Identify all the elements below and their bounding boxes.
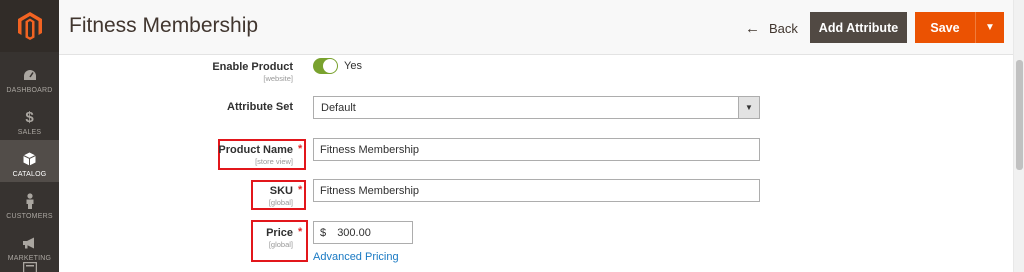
add-attribute-button[interactable]: Add Attribute [810,12,907,43]
content-icon [21,262,39,272]
scope-note: [website] [263,74,293,83]
sku-input[interactable]: Fitness Membership [313,179,760,202]
speedometer-icon [21,66,39,84]
sku-label: SKU [global] [200,185,293,207]
sidebar-item-catalog[interactable]: CATALOG [0,140,59,182]
back-button[interactable]: ← Back [745,18,798,38]
enable-product-label: Enable Product [website] [200,61,293,83]
required-asterisk: * [298,184,303,196]
attribute-set-select[interactable]: Default ▼ [313,96,760,119]
enable-product-label-text: Enable Product [212,61,293,73]
currency-symbol: $ [320,227,327,239]
sidebar-item-customers[interactable]: CUSTOMERS [0,182,59,224]
save-button[interactable]: Save [915,12,975,43]
price-input[interactable]: $ 300.00 [313,221,413,244]
toggle-knob [323,59,337,73]
attribute-set-value: Default [321,102,356,114]
page-header: Fitness Membership ← Back Add Attribute … [59,0,1013,55]
megaphone-icon [21,234,39,252]
price-value: 300.00 [337,227,371,239]
product-name-input[interactable]: Fitness Membership [313,138,760,161]
advanced-pricing-link[interactable]: Advanced Pricing [313,251,399,263]
back-label: Back [769,20,798,36]
admin-sidebar: DASHBOARD $ SALES CATALOG CUSTOMERS MARK… [0,0,59,272]
cube-icon [21,150,39,168]
sidebar-item-content[interactable] [0,258,59,272]
sku-label-text: SKU [269,185,293,197]
page-title: Fitness Membership [69,14,259,37]
product-name-label-text: Product Name [218,144,293,156]
scrollbar-thumb[interactable] [1016,60,1023,170]
scope-note: [global] [268,198,293,207]
enable-product-toggle[interactable] [313,58,338,74]
caret-down-icon: ▼ [985,22,995,33]
magento-logo[interactable] [0,0,59,52]
page-scrollbar[interactable] [1013,0,1024,272]
sidebar-item-label: SALES [17,129,42,136]
sidebar-item-sales[interactable]: $ SALES [0,98,59,140]
save-options-toggle[interactable]: ▼ [976,12,1004,43]
sidebar-item-label: DASHBOARD [6,87,53,94]
magento-logo-icon [17,12,42,40]
scope-note: [global] [268,240,293,249]
sidebar-item-label: CUSTOMERS [6,213,53,220]
scope-note: [store view] [255,157,293,166]
person-icon [21,192,39,210]
sidebar-item-label: CATALOG [12,171,47,178]
arrow-left-icon: ← [745,19,760,37]
product-name-label: Product Name [store view] [200,144,293,166]
sidebar-item-dashboard[interactable]: DASHBOARD [0,56,59,98]
required-asterisk: * [298,143,303,155]
price-label: Price [global] [200,227,293,249]
required-asterisk: * [298,226,303,238]
attribute-set-label: Attribute Set [227,101,293,113]
enable-product-value: Yes [344,60,362,72]
dropdown-arrow-icon[interactable]: ▼ [738,97,759,118]
price-label-text: Price [266,227,293,239]
dollar-icon: $ [25,108,34,126]
